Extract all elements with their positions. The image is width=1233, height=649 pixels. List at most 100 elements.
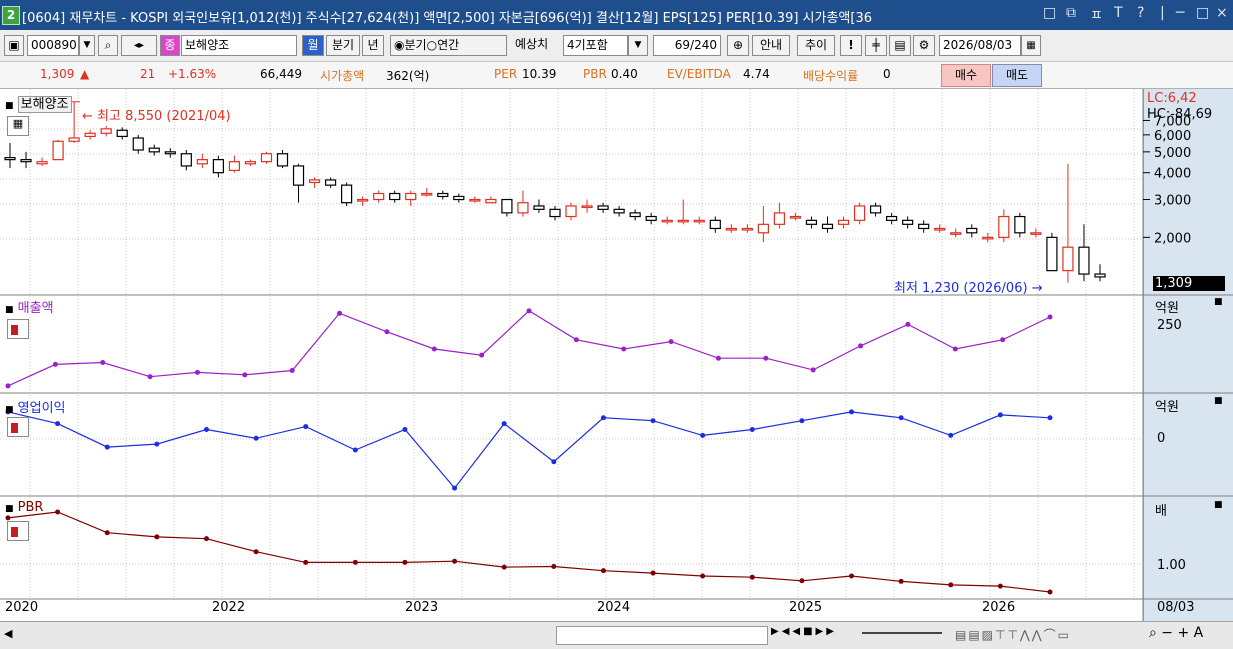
candle-body — [629, 212, 641, 218]
candle-body — [853, 205, 866, 221]
op-unit-label: 억원 — [1155, 400, 1179, 415]
data-point — [104, 530, 110, 536]
data-point — [147, 374, 153, 380]
zoom-slider[interactable] — [862, 632, 942, 634]
estimate-label: 예상치 — [515, 37, 549, 51]
candle-body — [982, 236, 994, 240]
search-icon[interactable]: ⌕ — [98, 35, 118, 56]
calendar-icon[interactable]: ▦ — [1021, 35, 1041, 56]
candle-body — [966, 227, 978, 234]
layout-icon[interactable]: ▣ — [4, 35, 24, 56]
help-icon[interactable]: ? — [1137, 5, 1144, 21]
drawing-tools-icon[interactable]: ▤▤▨⊤⊤⋀⋀⌒▭ — [955, 626, 1071, 643]
candle-body — [725, 227, 737, 231]
price-panel-label: ■ 보해양조 — [5, 93, 72, 113]
stock-code-input[interactable]: 000890 — [27, 35, 79, 56]
estimate-dropdown-icon[interactable]: ▼ — [628, 35, 648, 56]
prev-next-icon[interactable]: ◂▸ — [121, 35, 157, 56]
zoom-icon[interactable]: ⊕ — [727, 35, 749, 56]
stock-name-field[interactable]: 보해양조 — [181, 35, 297, 56]
high-annotation-text: 최고 8,550 (2021/04) — [97, 109, 231, 124]
data-point — [242, 372, 248, 378]
buy-button[interactable]: 매수 — [941, 64, 991, 87]
data-point — [997, 583, 1003, 589]
restore-panel-icon[interactable]: □ — [1043, 5, 1056, 21]
panel-close-icon[interactable]: ■ — [1214, 396, 1223, 406]
candle-body — [421, 192, 433, 196]
year-button[interactable]: 년 — [362, 35, 384, 56]
candle-body — [773, 212, 786, 225]
candle-body — [180, 153, 192, 167]
candle-body — [84, 132, 96, 138]
guide-button[interactable]: 안내 — [752, 35, 790, 56]
low-annotation-text: 최저 1,230 (2026/06) — [894, 281, 1028, 296]
candle-body — [918, 223, 930, 230]
bar-chart-icon[interactable] — [7, 319, 29, 339]
data-point — [203, 536, 209, 542]
detach-icon[interactable]: ⧉ — [1066, 5, 1076, 21]
sell-button[interactable]: 매도 — [992, 64, 1042, 87]
pin-icon[interactable]: ㅍ — [1090, 5, 1103, 25]
data-point — [253, 435, 259, 441]
data-point — [431, 346, 437, 352]
close-icon[interactable]: × — [1216, 5, 1228, 21]
code-dropdown-icon[interactable]: ▼ — [79, 35, 95, 56]
data-point — [799, 418, 805, 424]
data-point — [573, 337, 579, 343]
candle-body — [950, 232, 962, 235]
candle-body — [789, 215, 802, 219]
radio-quarter[interactable]: ◉ — [394, 38, 404, 52]
data-point — [650, 418, 656, 424]
data-point — [303, 559, 309, 565]
candle-type-icon[interactable]: ╪ — [865, 35, 887, 56]
radio-annual[interactable]: ○ — [427, 38, 437, 52]
candle-body — [405, 192, 417, 201]
candle-body — [148, 147, 160, 153]
panel-close-icon[interactable]: ■ — [1214, 500, 1223, 510]
bottom-scrollbar[interactable]: ◀ ▶◀◀■▶▶ ▤▤▨⊤⊤⋀⋀⌒▭ ⌕ − + A — [0, 621, 1233, 649]
candle-body — [645, 215, 657, 221]
grid-icon[interactable]: ▦ — [7, 116, 29, 136]
scroll-left-icon[interactable]: ◀ — [4, 627, 12, 640]
font-icon[interactable]: T — [1114, 5, 1123, 21]
candle-body — [821, 223, 834, 230]
data-point — [100, 360, 106, 366]
estimate-select[interactable]: 4기포함 — [563, 35, 628, 56]
per-label: PER — [494, 67, 518, 81]
zoom-tools-icon[interactable]: ⌕ − + A — [1149, 625, 1203, 641]
data-point — [337, 310, 343, 316]
save-icon[interactable]: ▤ — [889, 35, 911, 56]
candle-body — [693, 219, 705, 223]
data-point — [154, 534, 160, 540]
data-point — [858, 343, 864, 349]
scroll-thumb[interactable] — [556, 626, 768, 645]
candle-body — [1062, 246, 1074, 272]
data-point — [948, 582, 954, 588]
panel-marker-icon: ■ — [5, 504, 14, 514]
candle-body — [469, 198, 481, 202]
data-point — [402, 559, 408, 565]
trend-button[interactable]: 추이 — [797, 35, 835, 56]
candle-body — [244, 161, 257, 165]
playback-controls[interactable]: ▶◀◀■▶▶ — [771, 626, 857, 643]
candle-body — [837, 219, 850, 225]
alert-button[interactable]: ! — [840, 35, 862, 56]
panel-close-icon[interactable]: ■ — [1214, 297, 1223, 307]
data-point — [5, 515, 11, 521]
data-point — [749, 427, 755, 432]
maximize-icon[interactable]: □ — [1196, 5, 1209, 21]
minimize-icon[interactable]: ─ — [1176, 5, 1184, 21]
lc-label: LC:6,42 — [1147, 91, 1197, 106]
data-point — [700, 573, 706, 579]
bar-chart-icon[interactable] — [7, 417, 29, 437]
candle-body — [998, 215, 1010, 238]
monthly-button[interactable]: 월 — [302, 35, 324, 56]
gear-icon[interactable]: ⚙ — [913, 35, 935, 56]
bar-chart-icon[interactable] — [7, 521, 29, 541]
data-point — [5, 383, 11, 389]
mcap-label: 시가총액 — [320, 69, 365, 83]
quarter-button[interactable]: 분기 — [326, 35, 360, 56]
date-field[interactable]: 2026/08/03 — [939, 35, 1021, 56]
data-point — [452, 558, 458, 564]
data-point — [526, 308, 532, 314]
